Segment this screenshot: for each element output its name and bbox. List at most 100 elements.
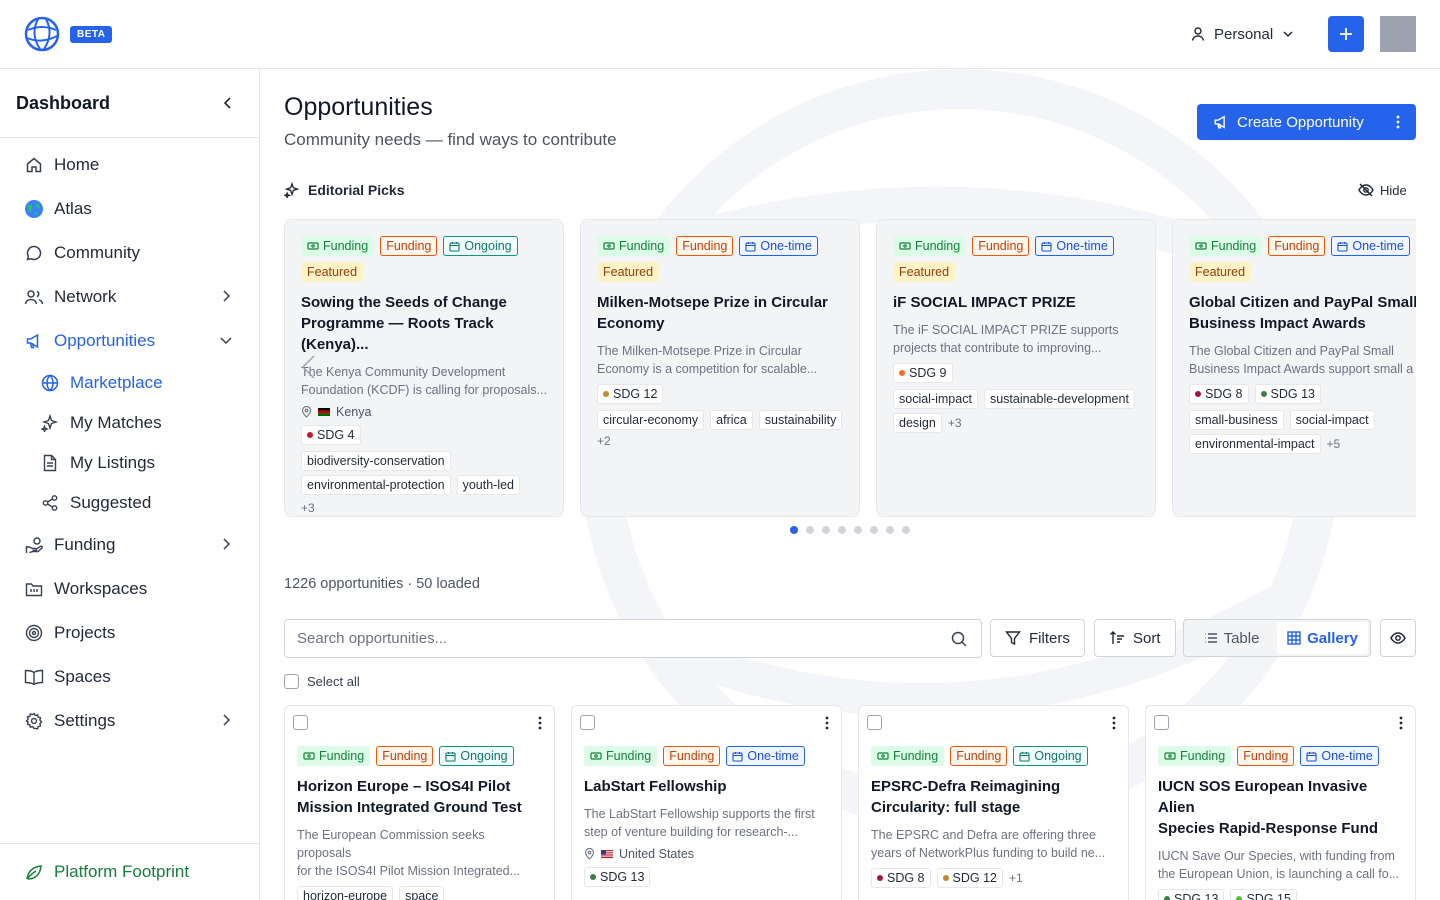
kebab-menu-icon[interactable] <box>538 716 542 730</box>
opportunity-card[interactable]: Funding Funding One-time IUCN SOS Europe… <box>1145 705 1416 900</box>
chevron-down-icon <box>1281 27 1295 41</box>
carousel-dot[interactable] <box>806 526 814 534</box>
keyword-chip: social-impact <box>893 389 978 409</box>
avatar[interactable] <box>1380 16 1416 52</box>
sdg-chip: SDG 13 <box>1158 889 1225 900</box>
more-tags-count: +2 <box>597 434 611 448</box>
sidebar-item-network[interactable]: Network <box>0 275 259 319</box>
card-title[interactable]: EPSRC-Defra Reimagining Circularity: full… <box>871 776 1116 818</box>
keyword-chip: small-business <box>1189 410 1284 430</box>
pick-title[interactable]: Global Citizen and PayPal Small Business … <box>1189 292 1416 334</box>
sidebar-item-label: Marketplace <box>70 373 163 392</box>
keyword-chip: africa <box>710 410 753 430</box>
card-tags: SDG 8 SDG 12 +1 <box>871 868 1116 888</box>
card-title[interactable]: Horizon Europe – ISOS4I Pilot Mission Int… <box>297 776 542 818</box>
sdg-chip: SDG 8 <box>1189 384 1249 404</box>
frequency-tag: One-time <box>1331 236 1410 256</box>
carousel-dot[interactable] <box>790 526 798 534</box>
carousel-dot[interactable] <box>838 526 846 534</box>
frequency-tag: Ongoing <box>439 746 514 766</box>
opportunity-card[interactable]: Funding Funding Ongoing EPSRC-Defra Reim… <box>858 705 1129 900</box>
sidebar-subitem-suggested[interactable]: Suggested <box>0 483 259 523</box>
money-icon <box>603 241 615 251</box>
sidebar-subitem-marketplace[interactable]: Marketplace <box>0 363 259 403</box>
filters-button[interactable]: Filters <box>990 619 1085 657</box>
create-opportunity-button[interactable]: Create Opportunity <box>1197 104 1416 140</box>
category-tag: Funding <box>380 236 438 256</box>
search-icon[interactable] <box>951 631 967 647</box>
account-switcher[interactable]: Personal <box>1190 22 1295 46</box>
sort-button[interactable]: Sort <box>1094 619 1176 657</box>
sidebar-item-workspaces[interactable]: Workspaces <box>0 567 259 611</box>
sidebar-item-projects[interactable]: Projects <box>0 611 259 655</box>
carousel-prev-button[interactable] <box>300 354 316 380</box>
card-checkbox[interactable] <box>867 715 882 730</box>
hide-editorial-button[interactable]: Hide <box>1358 182 1407 198</box>
card-checkbox[interactable] <box>293 715 308 730</box>
sidebar-header: Dashboard <box>0 69 259 138</box>
sidebar-subitem-my-matches[interactable]: My Matches <box>0 403 259 443</box>
pick-description: The Kenya Community Development Foundatio… <box>301 365 547 397</box>
leaf-icon <box>24 862 44 882</box>
funding-type-tag: Funding <box>301 236 375 256</box>
sidebar-item-home[interactable]: Home <box>0 143 259 187</box>
carousel-dots <box>790 526 910 534</box>
kebab-menu-icon[interactable] <box>1112 716 1116 730</box>
carousel-dot[interactable] <box>902 526 910 534</box>
kebab-menu-icon[interactable] <box>825 716 829 730</box>
sdg-chip: SDG 9 <box>893 363 953 383</box>
pick-description: The Global Citizen and PayPal Small Busin… <box>1189 344 1414 376</box>
globe-logo-icon[interactable] <box>24 16 60 52</box>
editorial-pick-card[interactable]: Funding Funding One-time Featured iF SOC… <box>876 219 1156 517</box>
keyword-chip: youth-led <box>456 475 521 495</box>
calendar-icon <box>445 751 456 762</box>
featured-tag: Featured <box>597 262 660 282</box>
search-input[interactable] <box>285 620 925 657</box>
carousel-dot[interactable] <box>886 526 894 534</box>
card-title[interactable]: IUCN SOS European Invasive Alien Species … <box>1158 776 1403 839</box>
sidebar-subitem-my-listings[interactable]: My Listings <box>0 443 259 483</box>
carousel-dot[interactable] <box>822 526 830 534</box>
kebab-menu-icon[interactable] <box>1399 716 1403 730</box>
sidebar-item-opportunities[interactable]: Opportunities <box>0 319 259 363</box>
pick-title[interactable]: Milken-Motsepe Prize in Circular Economy <box>597 292 843 334</box>
gallery-view-button[interactable]: Gallery <box>1277 622 1368 654</box>
editorial-pick-card[interactable]: Funding Funding Ongoing Featured Sowing … <box>284 219 564 517</box>
pick-title[interactable]: iF SOCIAL IMPACT PRIZE <box>893 292 1139 313</box>
opportunity-card[interactable]: Funding Funding Ongoing Horizon Europe –… <box>284 705 555 900</box>
globe-icon <box>40 373 60 393</box>
sidebar-item-settings[interactable]: Settings <box>0 699 259 743</box>
select-all[interactable]: Select all <box>284 674 360 689</box>
card-checkbox[interactable] <box>1154 715 1169 730</box>
category-tag: Funding <box>1268 236 1326 256</box>
card-title[interactable]: LabStart Fellowship <box>584 776 829 797</box>
sidebar-item-funding[interactable]: Funding <box>0 523 259 567</box>
kenya-flag-icon <box>318 408 330 416</box>
add-button[interactable] <box>1328 16 1364 52</box>
opportunity-card[interactable]: Funding Funding One-time LabStart Fellow… <box>571 705 842 900</box>
sidebar-item-spaces[interactable]: Spaces <box>0 655 259 699</box>
carousel-dot[interactable] <box>870 526 878 534</box>
create-options-menu[interactable] <box>1380 115 1416 129</box>
select-all-checkbox[interactable] <box>284 674 299 689</box>
sidebar-item-community[interactable]: Community <box>0 231 259 275</box>
carousel-dot[interactable] <box>854 526 862 534</box>
calendar-icon <box>745 241 756 252</box>
editorial-picks-carousel[interactable]: Funding Funding Ongoing Featured Sowing … <box>284 219 1416 519</box>
collapse-sidebar-icon[interactable] <box>221 96 235 110</box>
editorial-pick-card[interactable]: Funding Funding One-time Featured Global… <box>1172 219 1416 517</box>
editorial-pick-card[interactable]: Funding Funding One-time Featured Milken… <box>580 219 860 517</box>
frequency-tag: One-time <box>726 746 805 766</box>
table-view-button[interactable]: Table <box>1186 622 1277 654</box>
visibility-button[interactable] <box>1380 619 1416 657</box>
page-subtitle: Community needs — find ways to contribut… <box>284 130 617 149</box>
platform-footprint-link[interactable]: Platform Footprint <box>0 843 259 900</box>
keyword-chip: circular-economy <box>597 410 705 430</box>
sparkles-icon <box>40 413 60 433</box>
sidebar-item-label: Funding <box>54 535 116 554</box>
card-checkbox[interactable] <box>580 715 595 730</box>
money-icon <box>303 751 315 761</box>
sidebar-item-atlas[interactable]: Atlas <box>0 187 259 231</box>
plus-icon <box>1339 27 1353 41</box>
pick-title[interactable]: Sowing the Seeds of Change Programme — Ro… <box>301 292 547 355</box>
